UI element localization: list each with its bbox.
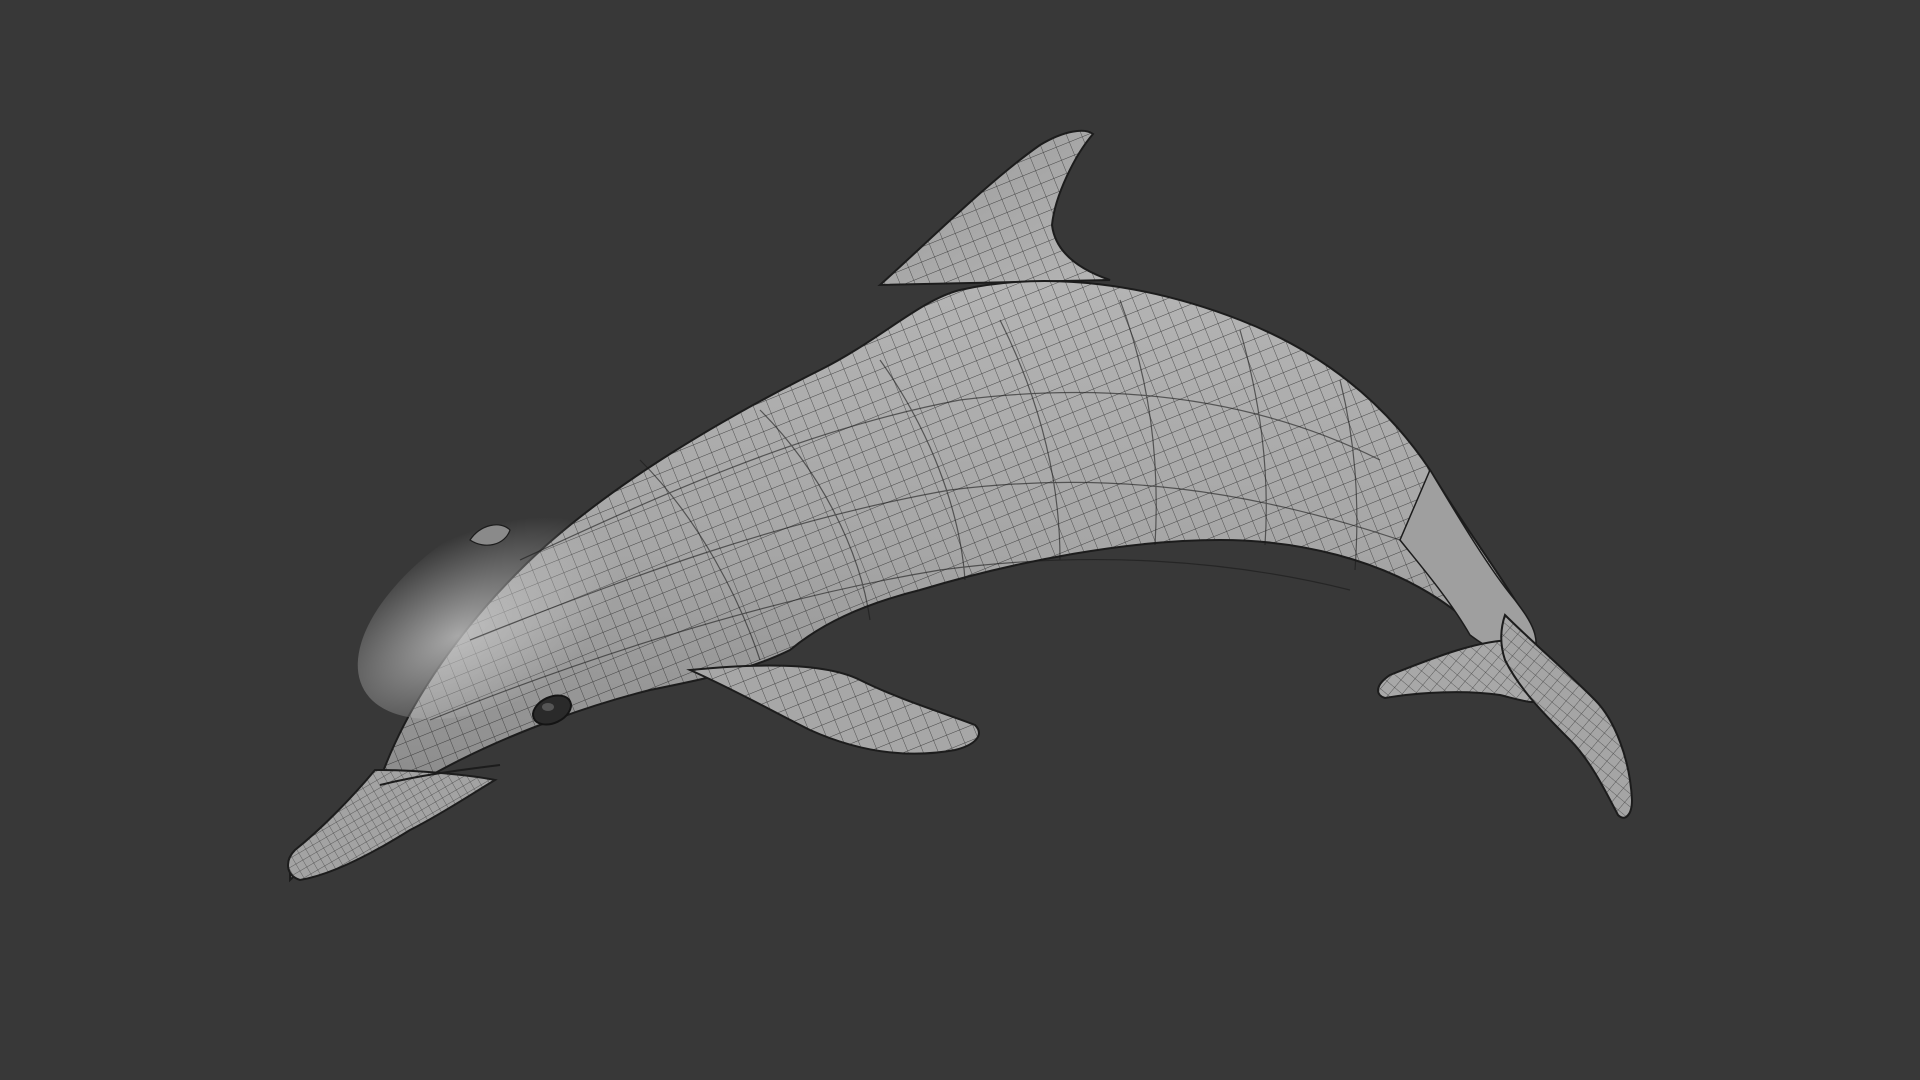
3d-viewport[interactable] [0,0,1920,1080]
eye-highlight [542,703,554,711]
dolphin-model-icon[interactable] [287,129,1634,883]
dolphin-beak-wire [288,770,495,880]
tail-fluke-right-wire [1501,615,1632,818]
viewport-canvas[interactable] [0,0,1920,1080]
